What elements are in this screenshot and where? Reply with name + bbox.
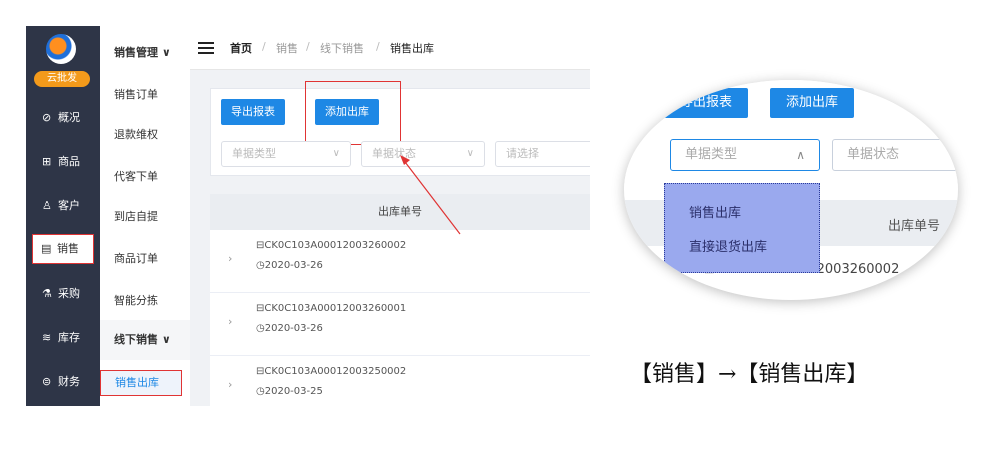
chevron-up-icon: ∧ [796, 148, 805, 162]
zoom-doc-type-select[interactable]: 单据类型 ∧ [670, 139, 820, 171]
select-placeholder: 单据类型 [685, 147, 738, 162]
select-placeholder: 单据状态 [847, 147, 900, 162]
zoom-header-label: 出库单号 [888, 219, 941, 234]
zoom-lens: 导出报表 添加出库 单据类型 ∧ 单据状态 出库单号 ⊟CK0C103A0001… [624, 80, 958, 300]
zoom-filter-card: 导出报表 添加出库 单据类型 ∧ 单据状态 [624, 80, 958, 190]
zoom-doc-status-select[interactable]: 单据状态 [832, 139, 958, 171]
doc-type-dropdown: 销售出库 直接退货出库 [664, 183, 820, 273]
option-sales-outbound[interactable]: 销售出库 [689, 202, 741, 221]
caption-text: 【销售】→【销售出库】 [630, 362, 869, 387]
option-direct-return-outbound[interactable]: 直接退货出库 [689, 236, 767, 255]
zoom-export-report-button[interactable]: 导出报表 [664, 88, 749, 118]
zoom-add-outbound-button[interactable]: 添加出库 [770, 88, 855, 118]
